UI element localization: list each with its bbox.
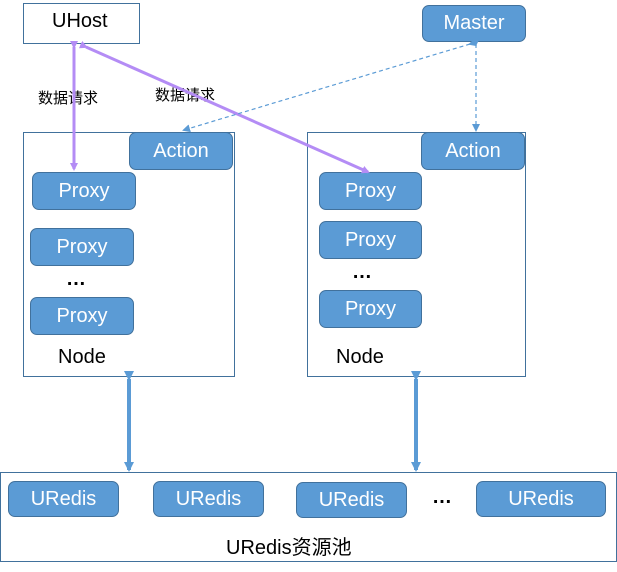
uredis-box-1: URedis	[8, 481, 119, 517]
proxy-box-2-3: Proxy	[319, 290, 422, 328]
action-box-1: Action	[129, 132, 233, 170]
master-box: Master	[422, 5, 526, 42]
uredis-box-4: URedis	[476, 481, 606, 517]
proxy-box-1-2: Proxy	[30, 228, 134, 266]
uredis-pool-label: URedis资源池	[226, 537, 352, 559]
request-label-left: 数据请求	[38, 90, 99, 107]
proxy-box-1-1: Proxy	[32, 172, 136, 210]
uredis-box-2: URedis	[153, 481, 264, 517]
proxy-box-2-2: Proxy	[319, 221, 422, 259]
proxy-ellipsis-1: …	[66, 268, 89, 290]
node-label-1: Node	[58, 346, 106, 368]
uredis-box-3: URedis	[296, 482, 407, 518]
proxy-box-1-3: Proxy	[30, 297, 134, 335]
proxy-box-2-1: Proxy	[319, 172, 422, 210]
node-label-2: Node	[336, 346, 384, 368]
control-arrow-left	[182, 38, 477, 133]
action-box-2: Action	[421, 132, 525, 170]
uhost-label: UHost	[52, 10, 108, 32]
request-label-right: 数据请求	[155, 87, 216, 104]
uredis-ellipsis: …	[432, 486, 455, 508]
proxy-ellipsis-2: …	[352, 261, 375, 283]
